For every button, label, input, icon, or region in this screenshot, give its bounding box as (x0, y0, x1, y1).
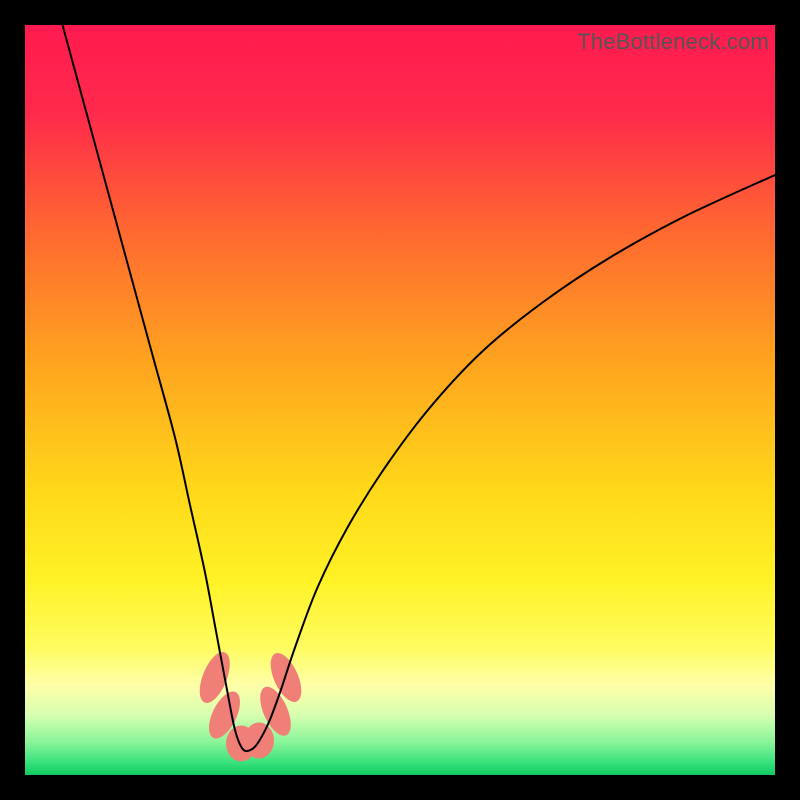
bottleneck-chart (25, 25, 775, 775)
watermark-text: TheBottleneck.com (577, 29, 769, 55)
gradient-background (25, 25, 775, 775)
chart-frame: TheBottleneck.com (25, 25, 775, 775)
